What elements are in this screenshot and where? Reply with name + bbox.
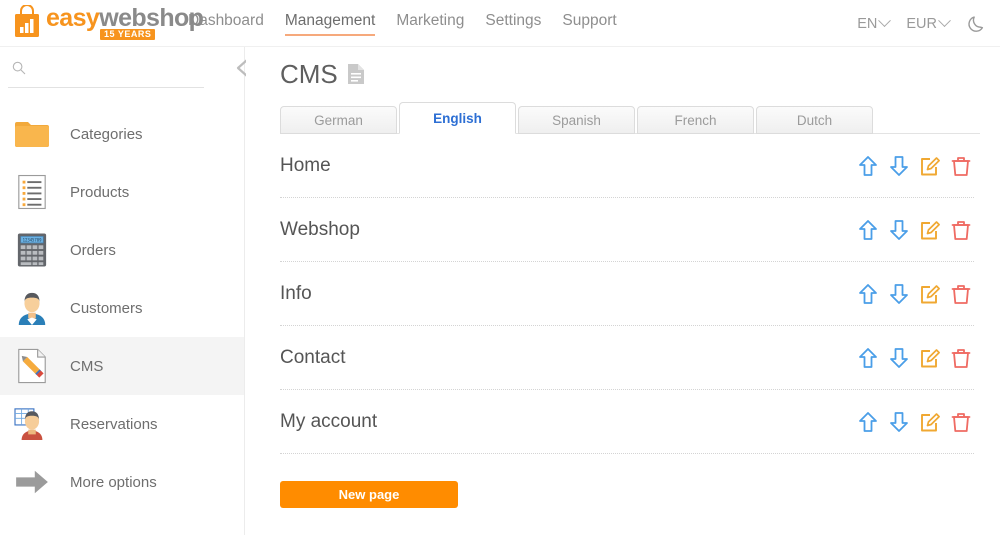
nav-item-support[interactable]: Support: [562, 12, 616, 35]
header-right-controls: EN EUR: [857, 0, 986, 47]
calendar-person-icon: [12, 404, 52, 444]
moon-icon[interactable]: [966, 14, 986, 34]
calculator-icon: 12345789: [12, 230, 52, 270]
edit-icon[interactable]: [917, 152, 943, 180]
logo[interactable]: easywebshop 15 YEARS: [12, 0, 204, 47]
sidebar-item-cms[interactable]: CMS: [0, 337, 244, 395]
edit-icon[interactable]: [917, 280, 943, 308]
tab-spanish[interactable]: Spanish: [518, 106, 635, 134]
nav-item-dashboard[interactable]: Dashboard: [188, 12, 264, 35]
sidebar-item-products[interactable]: Products: [0, 163, 244, 221]
sidebar-label-categories: Categories: [70, 125, 143, 143]
list-document-icon: [12, 172, 52, 212]
edit-icon[interactable]: [917, 344, 943, 372]
tab-french[interactable]: French: [637, 106, 754, 134]
cms-page-list: Home Webshop Info Contact My account: [280, 134, 974, 454]
move-up-icon[interactable]: [855, 280, 881, 308]
anniversary-badge: 15 YEARS: [100, 28, 156, 41]
search-input[interactable]: [8, 58, 204, 88]
delete-icon[interactable]: [948, 344, 974, 372]
sidebar-label-cms: CMS: [70, 357, 104, 375]
row-actions: [855, 280, 974, 308]
sidebar-item-reservations[interactable]: Reservations: [0, 395, 244, 453]
page-name-home: Home: [280, 154, 331, 176]
tab-dutch[interactable]: Dutch: [756, 106, 873, 134]
logo-text-easy: easy: [46, 3, 100, 32]
row-actions: [855, 152, 974, 180]
chevron-down-icon: [938, 14, 951, 28]
sidebar-menu: Categories Products 12345789 Orders Cust…: [0, 105, 244, 511]
page-name-info: Info: [280, 282, 312, 304]
edit-icon[interactable]: [917, 408, 943, 436]
language-selector-value: EN: [857, 15, 878, 32]
tab-german[interactable]: German: [280, 106, 397, 134]
page-name-contact: Contact: [280, 346, 346, 368]
table-row: Contact: [280, 326, 974, 390]
delete-icon[interactable]: [948, 152, 974, 180]
new-page-button[interactable]: New page: [280, 481, 458, 508]
row-actions: [855, 216, 974, 244]
move-up-icon[interactable]: [855, 408, 881, 436]
sidebar-label-more-options: More options: [70, 473, 157, 491]
move-up-icon[interactable]: [855, 344, 881, 372]
user-avatar-icon: [12, 288, 52, 328]
arrow-right-icon: [12, 462, 52, 502]
sidebar-item-categories[interactable]: Categories: [0, 105, 244, 163]
delete-icon[interactable]: [948, 408, 974, 436]
nav-item-settings[interactable]: Settings: [485, 12, 541, 35]
delete-icon[interactable]: [948, 280, 974, 308]
svg-text:12345789: 12345789: [23, 238, 43, 243]
language-selector[interactable]: EN: [857, 14, 892, 32]
tab-english[interactable]: English: [399, 102, 516, 134]
sidebar-label-products: Products: [70, 183, 130, 201]
language-tabs: German English Spanish French Dutch: [280, 102, 980, 134]
document-icon: [347, 64, 364, 84]
shopping-bag-chart-icon: [15, 4, 39, 37]
sidebar-label-customers: Customers: [70, 299, 143, 317]
move-up-icon[interactable]: [855, 152, 881, 180]
chevron-down-icon: [878, 14, 892, 28]
table-row: My account: [280, 390, 974, 454]
top-header: easywebshop 15 YEARS Dashboard Managemen…: [0, 0, 1000, 47]
table-row: Info: [280, 262, 974, 326]
move-down-icon[interactable]: [886, 408, 912, 436]
edit-icon[interactable]: [917, 216, 943, 244]
sidebar-item-customers[interactable]: Customers: [0, 279, 244, 337]
nav-item-marketing[interactable]: Marketing: [396, 12, 464, 35]
main-navigation: Dashboard Management Marketing Settings …: [188, 0, 617, 47]
delete-icon[interactable]: [948, 216, 974, 244]
sidebar-item-orders[interactable]: 12345789 Orders: [0, 221, 244, 279]
sidebar-item-more-options[interactable]: More options: [0, 453, 244, 511]
table-row: Webshop: [280, 198, 974, 262]
move-down-icon[interactable]: [886, 216, 912, 244]
table-row: Home: [280, 134, 974, 198]
move-down-icon[interactable]: [886, 344, 912, 372]
sidebar-label-orders: Orders: [70, 241, 116, 259]
nav-item-management[interactable]: Management: [284, 12, 376, 36]
main-content: CMS German English Spanish French Dutch …: [246, 47, 1000, 535]
move-up-icon[interactable]: [855, 216, 881, 244]
folder-icon: [12, 114, 52, 154]
row-actions: [855, 344, 974, 372]
page-title: CMS: [280, 59, 338, 89]
page-name-webshop: Webshop: [280, 218, 360, 240]
page-title-row: CMS: [280, 61, 1000, 87]
page-name-my-account: My account: [280, 410, 378, 432]
move-down-icon[interactable]: [886, 280, 912, 308]
move-down-icon[interactable]: [886, 152, 912, 180]
logo-wordmark: easywebshop: [46, 3, 204, 32]
currency-selector-value: EUR: [906, 15, 937, 32]
row-actions: [855, 408, 974, 436]
sidebar-search-row: [8, 47, 249, 99]
sidebar-label-reservations: Reservations: [70, 415, 158, 433]
sidebar: Categories Products 12345789 Orders Cust…: [0, 47, 249, 535]
document-pencil-icon: [12, 346, 52, 386]
currency-selector[interactable]: EUR: [906, 14, 951, 32]
